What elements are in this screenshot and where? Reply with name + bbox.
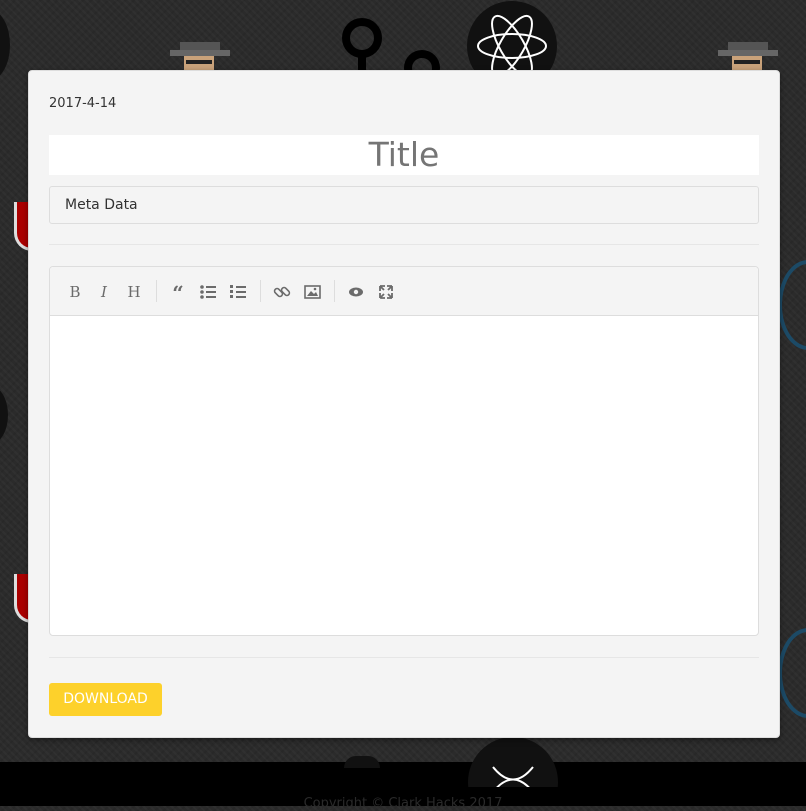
title-input[interactable] [49,135,759,175]
divider [49,244,759,245]
spy-character-icon [170,42,230,74]
italic-button[interactable]: I [91,279,117,305]
dark-circle-decoration-mid [0,385,8,445]
editor-toolbar: B I H “ [50,267,758,316]
footer-copyright: Copyright © Clark Hacks 2017 [303,796,503,811]
link-icon [273,286,291,298]
ring-decoration-lower [778,628,806,718]
ordered-list-button[interactable] [225,279,251,305]
eye-icon [349,287,363,297]
image-button[interactable] [299,279,325,305]
post-date: 2017-4-14 [49,96,117,111]
toolbar-separator [334,280,335,302]
dark-circle-decoration [0,10,10,80]
ring-decoration [778,260,806,350]
bullet-list-icon [200,285,216,299]
editor-text-area[interactable] [50,316,758,635]
image-icon [304,285,321,299]
preview-button[interactable] [343,279,369,305]
download-button[interactable]: DOWNLOAD [49,683,162,716]
quote-button[interactable]: “ [165,279,191,305]
fullscreen-icon [379,285,393,299]
unordered-list-button[interactable] [195,279,221,305]
numbered-list-icon [230,285,246,298]
editor-card: 2017-4-14 Meta Data B I H “ [28,70,780,738]
meta-data-input[interactable]: Meta Data [49,186,759,224]
svg-text:“: “ [172,281,184,305]
heading-button[interactable]: H [121,279,147,305]
fullscreen-button[interactable] [373,279,399,305]
link-button[interactable] [269,279,295,305]
spy-character-icon-right [718,42,778,74]
quote-icon: “ [172,281,184,305]
bold-button[interactable]: B [62,279,88,305]
toolbar-separator [156,280,157,302]
toolbar-separator [260,280,261,302]
divider [49,657,759,658]
atom-icon-footer [468,737,558,787]
dark-circle-decoration-footer [344,756,380,768]
markdown-editor: B I H “ [49,266,759,636]
